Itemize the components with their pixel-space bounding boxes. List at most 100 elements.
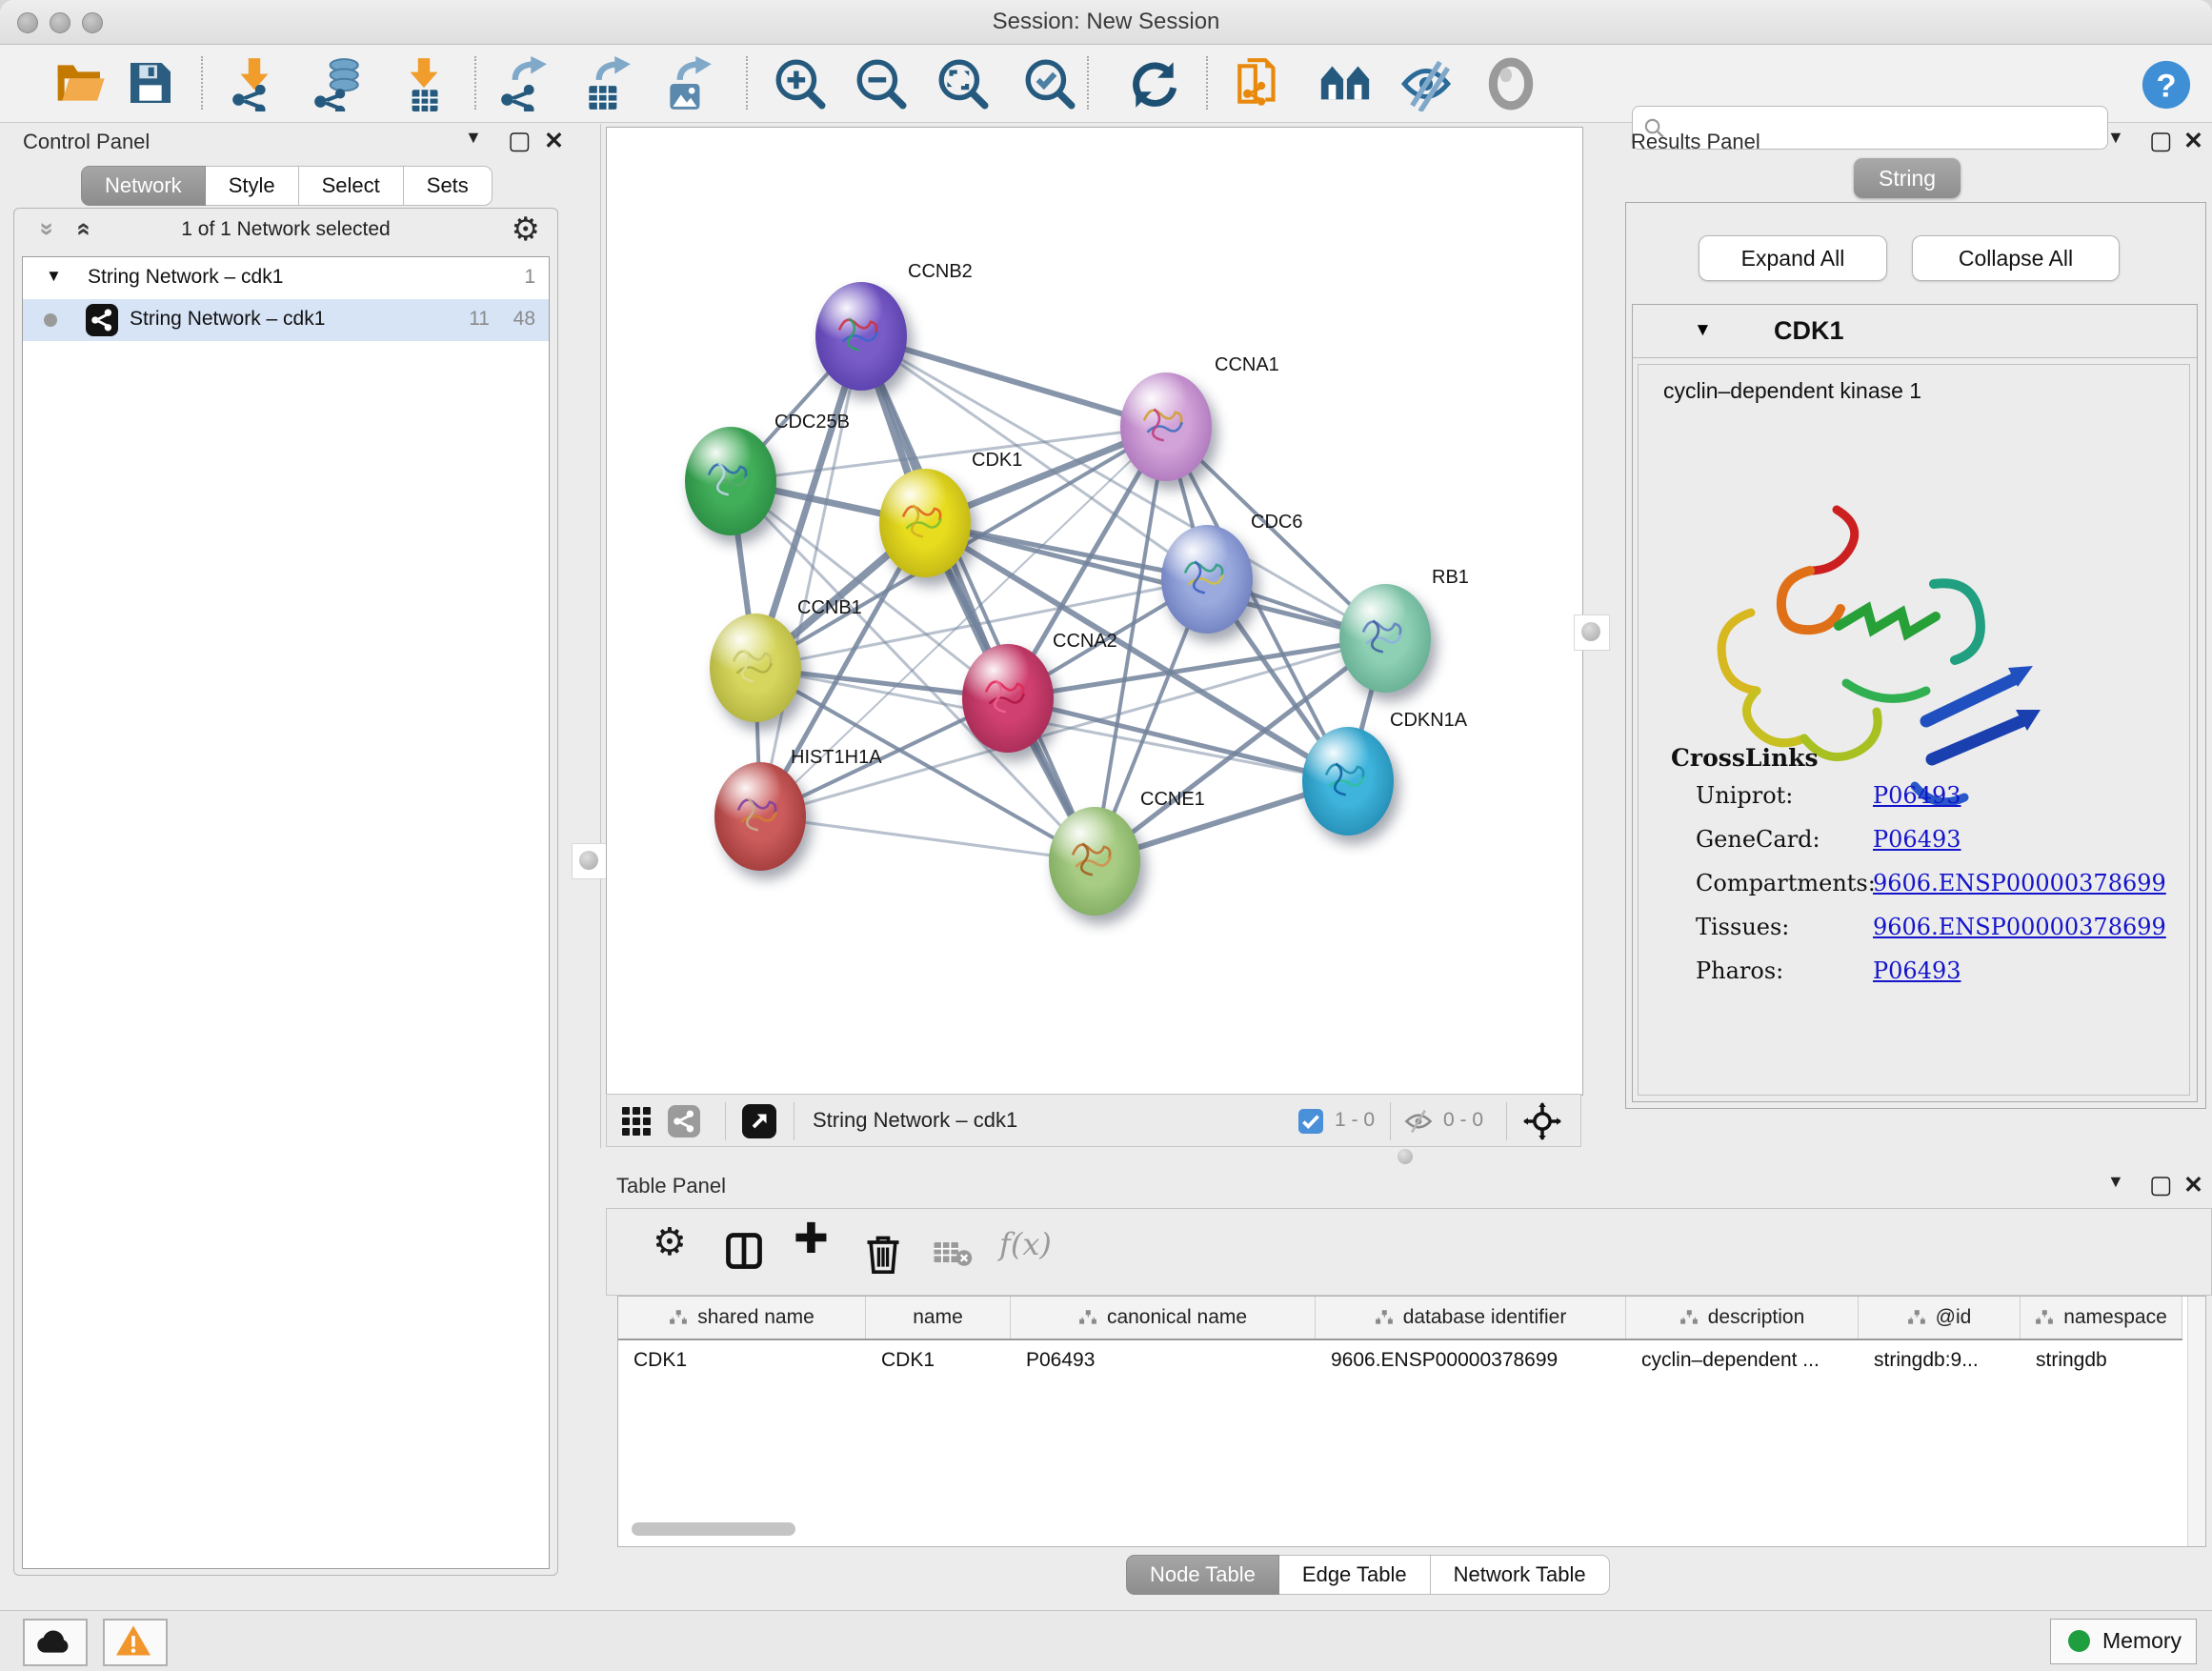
string-home-icon[interactable]: [1317, 56, 1373, 111]
panel-menu-icon[interactable]: ▼: [465, 128, 482, 148]
network-node-CDKN1A[interactable]: [1302, 727, 1394, 836]
panel-float-icon[interactable]: ▢: [2149, 126, 2173, 155]
tab-node-table[interactable]: Node Table: [1126, 1555, 1279, 1595]
network-node-CDC6[interactable]: [1161, 525, 1253, 634]
export-network-icon[interactable]: [495, 56, 551, 111]
separator: [725, 1102, 726, 1140]
hidden-eye-icon[interactable]: [1403, 1108, 1434, 1139]
panel-float-icon[interactable]: ▢: [508, 126, 532, 155]
gear-icon[interactable]: ⚙: [512, 211, 540, 249]
column-header-name[interactable]: name: [866, 1297, 1011, 1339]
panel-close-icon[interactable]: ✕: [2183, 127, 2203, 155]
hide-selected-icon[interactable]: [1398, 56, 1454, 111]
network-node-CCNB1[interactable]: [710, 614, 801, 722]
column-header-shared-name[interactable]: shared name: [618, 1297, 866, 1339]
export-image-icon[interactable]: [660, 56, 715, 111]
panel-close-icon[interactable]: ✕: [544, 127, 564, 155]
panel-close-icon[interactable]: ✕: [2183, 1171, 2203, 1199]
import-table-icon[interactable]: [396, 56, 452, 111]
panel-float-icon[interactable]: ▢: [2149, 1170, 2173, 1199]
zoom-out-icon[interactable]: [854, 56, 909, 111]
right-splitter-handle[interactable]: [1574, 614, 1610, 651]
table-cell[interactable]: stringdb:9...: [1859, 1340, 2021, 1382]
left-splitter-handle[interactable]: [572, 843, 608, 879]
table-cell[interactable]: P06493: [1011, 1340, 1316, 1382]
network-canvas[interactable]: CCNB2CCNA1CDC25BCDK1CDC6RB1CCNB1CCNA2HIS…: [606, 127, 1583, 1096]
tab-style[interactable]: Style: [206, 166, 299, 206]
crosslink-link[interactable]: 9606.ENSP00000378699: [1873, 914, 2166, 940]
column-header-database-identifier[interactable]: database identifier: [1316, 1297, 1626, 1339]
tab-network[interactable]: Network: [81, 166, 206, 206]
cloud-button[interactable]: [23, 1619, 88, 1666]
fit-content-crosshair-icon[interactable]: [1523, 1102, 1561, 1145]
import-network-database-icon[interactable]: [311, 56, 366, 111]
tab-network-table[interactable]: Network Table: [1431, 1555, 1610, 1595]
zoom-fit-icon[interactable]: [935, 56, 991, 111]
tab-edge-table[interactable]: Edge Table: [1279, 1555, 1431, 1595]
column-header-description[interactable]: description: [1626, 1297, 1859, 1339]
panel-menu-icon[interactable]: ▼: [2107, 1172, 2124, 1192]
table-cell[interactable]: stringdb: [2021, 1340, 2182, 1382]
open-in-window-icon[interactable]: [742, 1104, 776, 1138]
tab-sets[interactable]: Sets: [404, 166, 493, 206]
network-node-CDC25B[interactable]: [685, 427, 776, 535]
crosslink-label: Pharos:: [1696, 957, 1783, 984]
crosslink-link[interactable]: P06493: [1873, 957, 1961, 984]
export-table-icon[interactable]: [579, 56, 634, 111]
horizontal-scrollbar[interactable]: [632, 1522, 795, 1536]
memory-button[interactable]: Memory: [2050, 1619, 2197, 1664]
network-node-RB1[interactable]: [1339, 584, 1431, 693]
network-node-CCNA1[interactable]: [1120, 372, 1212, 481]
column-header--id[interactable]: @id: [1859, 1297, 2021, 1339]
collapse-triangle-icon[interactable]: ▼: [1694, 320, 1712, 341]
expand-all-button[interactable]: Expand All: [1699, 235, 1887, 281]
zoom-selected-icon[interactable]: [1022, 56, 1077, 111]
network-from-document-icon[interactable]: [1232, 56, 1287, 111]
show-columns-icon[interactable]: [723, 1230, 765, 1277]
function-builder-icon[interactable]: f(x): [999, 1226, 1052, 1262]
table-cell[interactable]: CDK1: [866, 1340, 1011, 1382]
table-row[interactable]: CDK1CDK1P064939606.ENSP00000378699cyclin…: [618, 1340, 2182, 1382]
table-cell[interactable]: cyclin–dependent ...: [1626, 1340, 1859, 1382]
table-cell[interactable]: 9606.ENSP00000378699: [1316, 1340, 1626, 1382]
network-node-CCNA2[interactable]: [962, 644, 1054, 753]
table-cell[interactable]: CDK1: [618, 1340, 866, 1382]
tab-select[interactable]: Select: [299, 166, 404, 206]
toolbar-separator: [1206, 56, 1208, 110]
network-share-icon[interactable]: [668, 1105, 700, 1137]
add-column-icon[interactable]: ✚: [794, 1215, 829, 1263]
refresh-layout-icon[interactable]: [1127, 56, 1182, 111]
show-all-icon[interactable]: [1483, 56, 1538, 111]
collapse-all-button[interactable]: Collapse All: [1912, 235, 2120, 281]
crosslink-link[interactable]: 9606.ENSP00000378699: [1873, 870, 2166, 896]
zoom-in-icon[interactable]: [773, 56, 828, 111]
delete-column-trash-icon[interactable]: [862, 1230, 904, 1280]
save-session-icon[interactable]: [124, 56, 179, 111]
import-network-icon[interactable]: [227, 56, 282, 111]
selected-checkbox-icon[interactable]: [1298, 1109, 1323, 1134]
table-settings-gear-icon[interactable]: ⚙: [653, 1220, 687, 1264]
vertical-scrollbar-track[interactable]: [2187, 1297, 2205, 1546]
network-node-CCNE1[interactable]: [1049, 807, 1140, 916]
crosslink-label: Uniprot:: [1696, 782, 1793, 809]
warning-button[interactable]: [103, 1619, 168, 1666]
birdseye-grid-icon[interactable]: [622, 1107, 651, 1136]
gene-header[interactable]: ▼ CDK1: [1633, 305, 2197, 358]
crosslinks-title: CrossLinks: [1671, 744, 1819, 772]
column-header-namespace[interactable]: namespace: [2021, 1297, 2182, 1339]
column-header-canonical-name[interactable]: canonical name: [1011, 1297, 1316, 1339]
open-file-icon[interactable]: [53, 56, 109, 111]
help-icon[interactable]: ?: [2141, 59, 2196, 114]
tab-string[interactable]: String: [1854, 158, 1961, 198]
bottom-splitter-handle[interactable]: [1398, 1149, 1413, 1164]
network-row-selected[interactable]: String Network – cdk1 11 48: [23, 299, 549, 341]
crosslink-link[interactable]: P06493: [1873, 826, 1961, 853]
collapse-triangle-icon[interactable]: ▼: [46, 267, 62, 286]
crosslink-link[interactable]: P06493: [1873, 782, 1961, 809]
delete-table-icon[interactable]: [933, 1239, 973, 1273]
network-node-HIST1H1A[interactable]: [714, 762, 806, 871]
network-node-CCNB2[interactable]: [815, 282, 907, 391]
network-node-CDK1[interactable]: [879, 469, 971, 577]
panel-menu-icon[interactable]: ▼: [2107, 128, 2124, 148]
network-collection-row[interactable]: ▼ String Network – cdk1 1: [23, 257, 549, 299]
